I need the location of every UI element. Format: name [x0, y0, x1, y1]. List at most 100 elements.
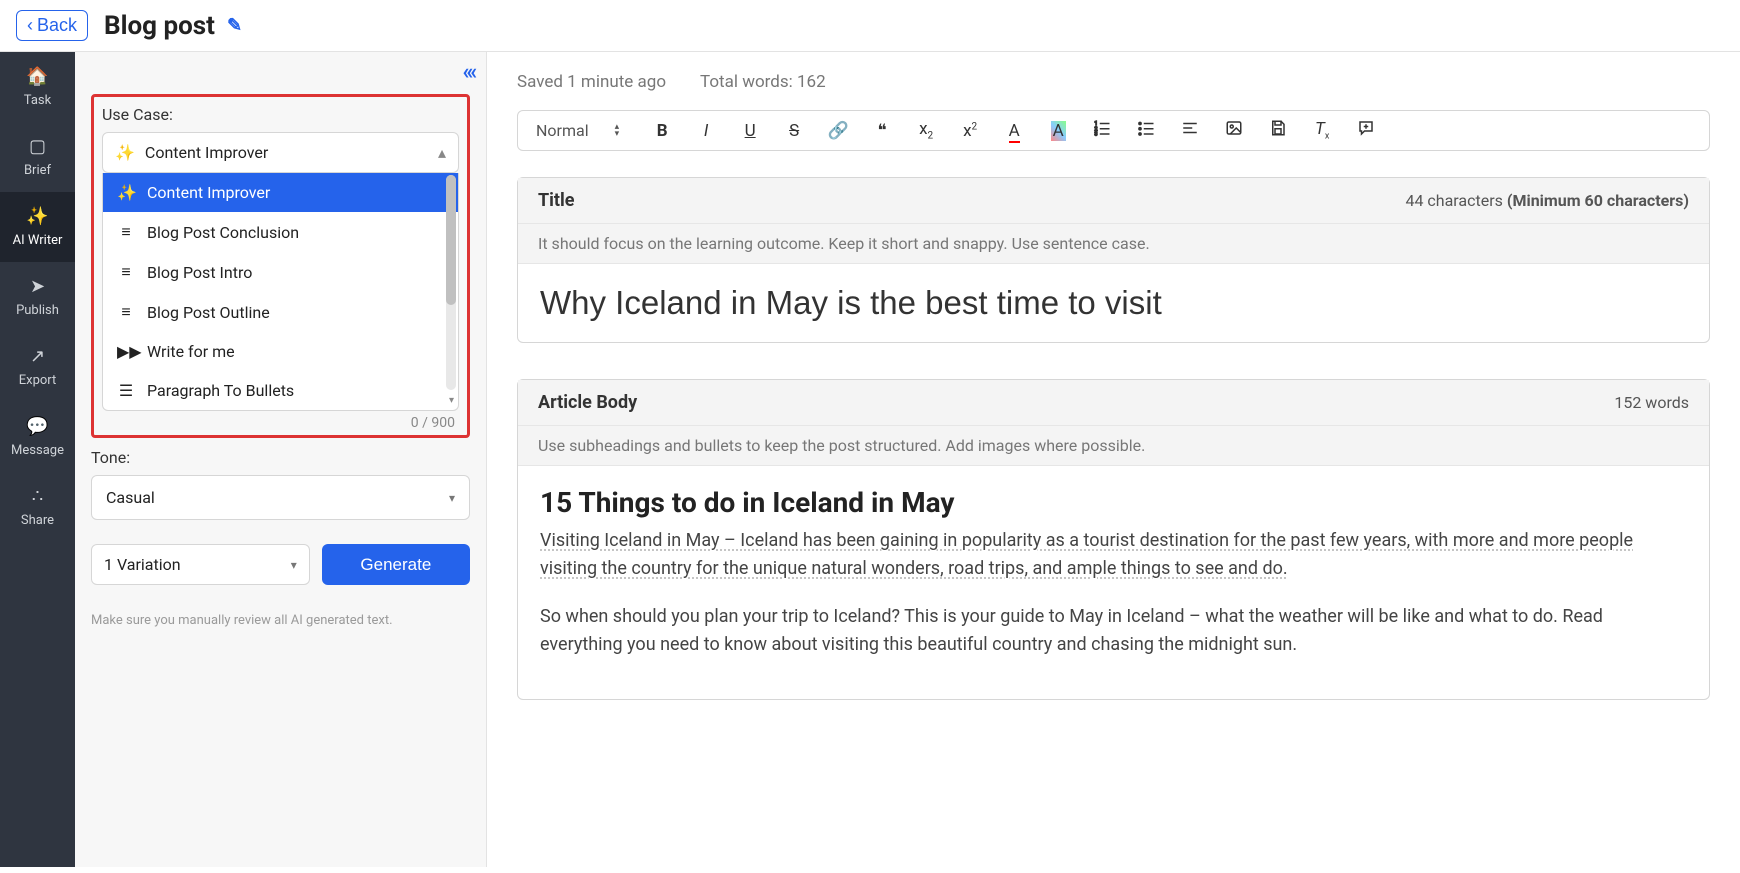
sidenav-label: Share — [21, 513, 54, 528]
chevron-down-icon: ▾ — [291, 558, 297, 572]
tablet-icon: ▢ — [29, 136, 46, 157]
use-case-option-outline[interactable]: ≡ Blog Post Outline — [103, 292, 458, 332]
body-heading: Article Body — [538, 392, 637, 413]
superscript-button[interactable]: x2 — [959, 121, 981, 141]
lines-icon: ≡ — [117, 302, 135, 322]
unordered-list-button[interactable] — [1135, 119, 1157, 142]
chevron-down-icon: ▾ — [449, 491, 455, 505]
sidenav-item-share[interactable]: ∴ Share — [0, 472, 75, 542]
use-case-option-intro[interactable]: ≡ Blog Post Intro — [103, 252, 458, 292]
caret-down-icon[interactable]: ▾ — [449, 395, 454, 406]
caret-updown-icon: ▴▾ — [615, 124, 620, 138]
option-label: Blog Post Conclusion — [147, 223, 299, 242]
comment-add-button[interactable] — [1355, 119, 1377, 142]
sidenav-item-task[interactable]: 🏠 Task — [0, 52, 75, 122]
body-word-count: 152 words — [1614, 393, 1689, 412]
title-body — [518, 264, 1709, 342]
save-button[interactable] — [1267, 119, 1289, 142]
edit-icon[interactable]: ✎ — [227, 15, 242, 36]
option-label: Content Improver — [147, 183, 270, 202]
title-heading: Title — [538, 190, 575, 211]
use-case-selected: Content Improver — [145, 143, 268, 162]
use-case-option-conclusion[interactable]: ≡ Blog Post Conclusion — [103, 212, 458, 252]
title-char-min: (Minimum 60 characters) — [1507, 191, 1689, 210]
body-editor[interactable]: 15 Things to do in Iceland in May Visiti… — [518, 466, 1709, 699]
variations-select[interactable]: 1 Variation ▾ — [91, 544, 310, 585]
underline-button[interactable]: U — [739, 121, 761, 141]
use-case-dropdown-list[interactable]: ✨ Content Improver ≡ Blog Post Conclusio… — [103, 173, 458, 410]
send-icon: ➤ — [30, 276, 45, 297]
collapse-panel-button[interactable]: ‹‹‹ — [462, 60, 474, 85]
title-subtext: It should focus on the learning outcome.… — [518, 224, 1709, 264]
use-case-dropdown: ✨ Content Improver ≡ Blog Post Conclusio… — [102, 173, 459, 411]
align-button[interactable] — [1179, 119, 1201, 142]
sidenav-label: Publish — [16, 303, 59, 318]
lines-icon: ≡ — [117, 222, 135, 242]
use-case-label: Use Case: — [102, 105, 459, 124]
highlight-button[interactable]: A — [1047, 121, 1069, 141]
sidenav-item-ai-writer[interactable]: ✨ AI Writer — [0, 192, 75, 262]
sidenav-item-export[interactable]: ↗ Export — [0, 332, 75, 402]
tone-value: Casual — [106, 488, 155, 507]
use-case-option-para-to-bullets[interactable]: ☰ Paragraph To Bullets — [103, 371, 458, 410]
body-subtext: Use subheadings and bullets to keep the … — [518, 426, 1709, 466]
use-case-option-content-improver[interactable]: ✨ Content Improver — [103, 173, 458, 212]
text-color-button[interactable]: A — [1003, 121, 1025, 141]
title-char-count: 44 characters — [1405, 191, 1506, 210]
review-hint: Make sure you manually review all AI gen… — [91, 613, 470, 628]
list-icon: ☰ — [117, 381, 135, 400]
saved-status: Saved 1 minute ago — [517, 72, 666, 92]
ordered-list-button[interactable]: 123 — [1091, 119, 1113, 142]
top-bar: ‹ Back Blog post ✎ — [0, 0, 1740, 52]
image-button[interactable] — [1223, 119, 1245, 142]
home-icon: 🏠 — [26, 66, 48, 87]
link-button[interactable]: 🔗 — [827, 121, 849, 141]
title-section: Title 44 characters (Minimum 60 characte… — [517, 177, 1710, 343]
share-icon: ∴ — [32, 486, 43, 507]
generate-button[interactable]: Generate — [322, 544, 470, 585]
subscript-button[interactable]: x2 — [915, 119, 937, 141]
strikethrough-button[interactable]: S — [783, 121, 805, 141]
sidenav-label: AI Writer — [13, 233, 63, 248]
sidenav-label: Task — [24, 93, 51, 108]
option-label: Write for me — [147, 342, 235, 361]
back-button[interactable]: ‹ Back — [16, 10, 88, 41]
variations-value: 1 Variation — [104, 555, 181, 574]
page-title-wrap: Blog post ✎ — [104, 11, 242, 41]
page-title: Blog post — [104, 11, 215, 41]
sidenav-item-message[interactable]: 💬 Message — [0, 402, 75, 472]
main-layout: 🏠 Task ▢ Brief ✨ AI Writer ➤ Publish ↗ E… — [0, 52, 1740, 867]
dropdown-scrollbar-thumb[interactable] — [446, 175, 456, 305]
option-label: Blog Post Outline — [147, 303, 270, 322]
magic-wand-icon: ✨ — [115, 143, 135, 162]
chat-icon: 💬 — [26, 416, 48, 437]
side-nav: 🏠 Task ▢ Brief ✨ AI Writer ➤ Publish ↗ E… — [0, 52, 75, 867]
title-section-header: Title 44 characters (Minimum 60 characte… — [518, 178, 1709, 224]
use-case-option-write-for-me[interactable]: ▶▶ Write for me — [103, 332, 458, 371]
lines-icon: ≡ — [117, 262, 135, 282]
sidenav-label: Message — [11, 443, 64, 458]
export-icon: ↗ — [30, 346, 45, 367]
sidenav-item-publish[interactable]: ➤ Publish — [0, 262, 75, 332]
title-input[interactable] — [540, 284, 1687, 322]
generate-row: 1 Variation ▾ Generate — [91, 544, 470, 585]
quote-button[interactable]: ❝ — [871, 121, 893, 141]
title-meta: 44 characters (Minimum 60 characters) — [1405, 191, 1689, 210]
clear-format-button[interactable]: Tx — [1311, 119, 1333, 141]
use-case-select[interactable]: ✨ Content Improver ▴ — [102, 132, 459, 173]
tone-select[interactable]: Casual ▾ — [91, 475, 470, 520]
tone-label: Tone: — [91, 448, 470, 467]
svg-text:3: 3 — [1095, 132, 1098, 138]
format-select[interactable]: Normal ▴▾ — [536, 121, 629, 140]
sidenav-label: Export — [19, 373, 57, 388]
sidenav-item-brief[interactable]: ▢ Brief — [0, 122, 75, 192]
format-label: Normal — [536, 121, 589, 140]
editor-area: Saved 1 minute ago Total words: 162 Norm… — [487, 52, 1740, 867]
italic-button[interactable]: I — [695, 121, 717, 141]
use-case-highlight-box: Use Case: ✨ Content Improver ▴ ✨ Content… — [91, 94, 470, 438]
magic-wand-icon: ✨ — [117, 183, 135, 202]
bold-button[interactable]: B — [651, 121, 673, 141]
article-h2: 15 Things to do in Iceland in May — [540, 486, 1687, 519]
magic-wand-icon: ✨ — [26, 206, 48, 227]
fast-forward-icon: ▶▶ — [117, 342, 135, 361]
